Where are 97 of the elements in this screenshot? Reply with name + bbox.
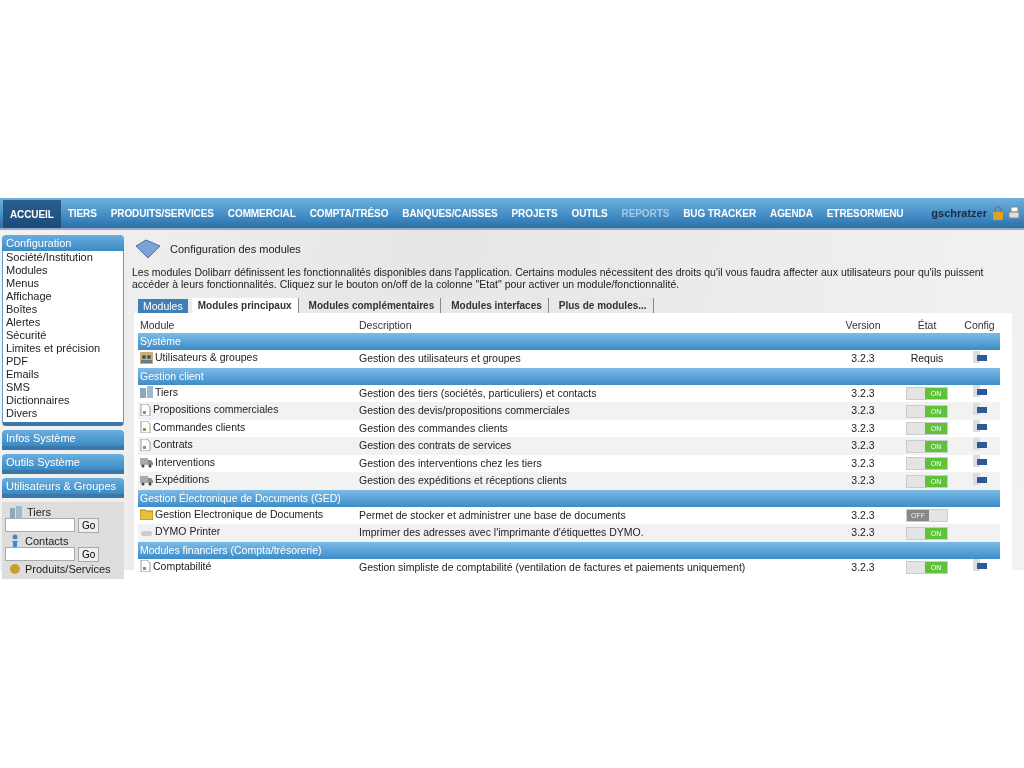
module-description: Gestion des commandes clients	[357, 419, 831, 437]
module-description: Gestion des interventions chez les tiers	[357, 454, 831, 472]
menu-tab[interactable]: PROJETS	[504, 198, 565, 228]
module-description: Imprimer des adresses avec l'imprimante d'étiquettes DYMO.	[357, 524, 831, 542]
module-name: Contrats	[153, 437, 193, 452]
setup-icon[interactable]	[972, 420, 987, 433]
menu-item[interactable]: Limites et précision	[6, 342, 120, 355]
building-icon	[9, 506, 23, 518]
module-version: 3.2.3	[831, 419, 895, 437]
search-field[interactable]	[5, 518, 75, 532]
menu-tab[interactable]: COMPTA/TRÉSO	[302, 198, 396, 228]
document-icon	[140, 403, 151, 416]
menu-tab[interactable]: TIERS	[60, 198, 104, 228]
module-description: Gestion simpliste de comptabilité (ventilation de factures et paiements uniquement)	[357, 558, 831, 576]
module-description: Permet de stocker et administrer une base de documents	[357, 506, 831, 524]
menu-tab[interactable]: ACCUEIL	[3, 200, 61, 228]
module-name: Tiers	[155, 384, 178, 400]
module-name: Interventions	[155, 454, 216, 470]
menu-tab[interactable]: BUG TRACKER	[676, 198, 764, 228]
menu-heading[interactable]: Outils Système	[2, 454, 124, 474]
menu-item[interactable]: Affichage	[6, 290, 120, 303]
module-name: Utilisateurs & groupes	[155, 350, 258, 365]
building-icon	[140, 386, 153, 398]
menu-heading[interactable]: Infos Système	[2, 430, 124, 450]
module-description: Gestion des devis/propositions commerciales	[357, 402, 831, 420]
truck-icon	[140, 473, 153, 486]
search-field[interactable]	[5, 547, 75, 561]
column-header: Version	[831, 317, 895, 333]
menu-item[interactable]: Emails	[6, 368, 120, 381]
module-description: Gestion des utilisateurs et groupes	[357, 350, 831, 368]
module-name: DYMO Printer	[155, 524, 221, 539]
intro-text: Les modules Dolibarr définissent les fonctionnalités disponibles dans l'application. Certains modules nécessitent des droits qu'il vous faudra affecter aux utilisateurs pour qu'ils puissent accéder à leurs fonctionnalités. Cliquez sur le bouton on/off de la colonne "Etat" pour activer un module/fonctionnalité.	[132, 266, 985, 290]
setup-icon[interactable]	[972, 385, 987, 398]
box-icon	[9, 563, 21, 575]
module-name: Comptabilité	[153, 558, 212, 574]
search-label: Produits/Services	[25, 563, 111, 575]
person-icon	[9, 534, 21, 547]
module-name: Gestion Electronique de Documents	[155, 506, 324, 522]
setup-icon[interactable]	[972, 455, 987, 468]
column-header: Config	[959, 317, 1000, 333]
menu-heading[interactable]: Configuration	[2, 235, 124, 251]
setup-icon[interactable]	[972, 402, 987, 415]
truck-icon	[140, 456, 153, 468]
state-text: Requis	[910, 352, 944, 365]
module-description: Gestion des tiers (sociétés, particuliers) et contacts	[357, 384, 831, 402]
menu-item[interactable]: PDF	[6, 355, 120, 368]
menu-tab[interactable]: AGENDA	[763, 198, 820, 228]
setup-icon[interactable]	[972, 472, 987, 485]
module-description: Gestion des contrats de services	[357, 437, 831, 455]
group-header: Gestion client	[138, 367, 1000, 385]
document-icon	[140, 560, 151, 572]
search-label: Tiers	[27, 506, 52, 518]
module-version: 3.2.3	[831, 454, 895, 472]
menu-item[interactable]: Boîtes	[6, 303, 120, 316]
menu-tab[interactable]: COMMERCIAL	[220, 198, 303, 228]
module-version: 3.2.3	[831, 437, 895, 455]
menu-tab[interactable]: BANQUES/CAISSES	[395, 198, 505, 228]
page-title: Configuration des modules	[170, 243, 301, 255]
group-header: Système	[138, 333, 1000, 350]
module-version: 3.2.3	[831, 402, 895, 420]
menu-heading[interactable]: Utilisateurs & Groupes	[2, 478, 124, 498]
document-icon	[140, 421, 151, 433]
search-label: Contacts	[25, 534, 69, 547]
users-icon	[140, 351, 153, 364]
setup-icon[interactable]	[972, 350, 987, 363]
module-name: Expéditions	[155, 472, 210, 487]
column-header: Description	[357, 317, 831, 333]
module-name: Commandes clients	[153, 419, 246, 435]
menu-tab[interactable]: OUTILS	[564, 198, 615, 228]
menu-item[interactable]: Sécurité	[6, 329, 120, 342]
module-version: 3.2.3	[831, 558, 895, 576]
menu-item[interactable]: Menus	[6, 277, 120, 290]
menu-item[interactable]: SMS	[6, 381, 120, 394]
column-header: Module	[138, 317, 357, 333]
menu-tab[interactable]: ETRESORMENU	[819, 198, 911, 228]
setup-icon[interactable]	[972, 437, 987, 450]
module-version: 3.2.3	[831, 350, 895, 368]
setup-icon[interactable]	[972, 559, 987, 572]
module-version: 3.2.3	[831, 524, 895, 542]
menu-tab[interactable]: PRODUITS/SERVICES	[103, 198, 221, 228]
tabs-label: Modules	[138, 299, 188, 313]
menu-item[interactable]: Modules	[6, 264, 120, 277]
column-header: État	[895, 317, 959, 333]
menu-item[interactable]: Alertes	[6, 316, 120, 329]
document-icon	[140, 438, 151, 451]
tab[interactable]: Modules principaux	[191, 298, 299, 313]
module-description: Gestion des expéditions et réceptions clients	[357, 472, 831, 490]
menu-item[interactable]: Dictionnaires	[6, 394, 120, 407]
module-version: 3.2.3	[831, 384, 895, 402]
user-name[interactable]: gschratzer	[931, 207, 987, 219]
module-version: 3.2.3	[831, 472, 895, 490]
module-name: Propositions commerciales	[153, 402, 279, 417]
module-version: 3.2.3	[831, 506, 895, 524]
menu-item[interactable]: Société/Institution	[6, 251, 120, 264]
menu-item[interactable]: Divers	[6, 407, 120, 420]
go-button[interactable]: Go	[78, 547, 100, 562]
go-button[interactable]: Go	[78, 518, 100, 533]
